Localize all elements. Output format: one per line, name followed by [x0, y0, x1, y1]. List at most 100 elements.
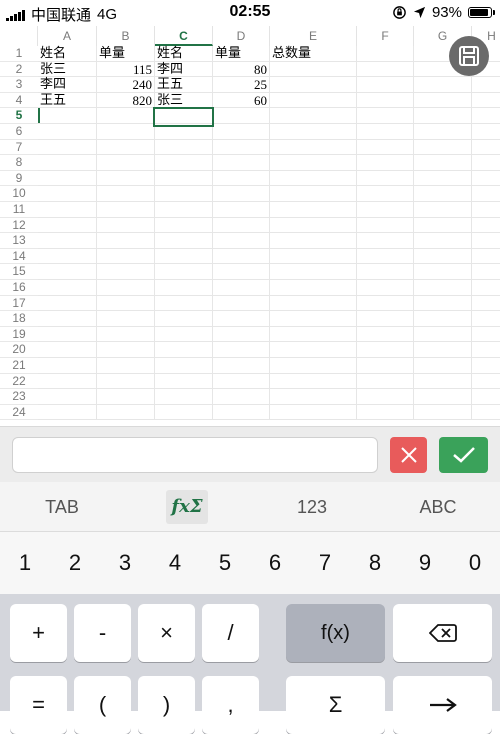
column-header-f[interactable]: F: [357, 26, 414, 46]
divide-key[interactable]: /: [202, 604, 259, 662]
orientation-lock-icon: [393, 6, 406, 19]
cell-c1[interactable]: 姓名: [157, 46, 183, 61]
grid-line: [38, 247, 500, 249]
row-header-18[interactable]: 18: [0, 311, 38, 327]
mode-tab-letters[interactable]: ABC: [398, 490, 478, 524]
grid-line: [38, 154, 500, 156]
grid-line: [38, 325, 500, 327]
enter-key[interactable]: [393, 676, 492, 734]
battery-icon: [468, 7, 495, 18]
grid-line: [38, 310, 500, 312]
mode-tab-tab[interactable]: TAB: [22, 490, 102, 524]
formula-input[interactable]: [12, 437, 378, 473]
row-header-13[interactable]: 13: [0, 233, 38, 249]
column-header-d[interactable]: D: [213, 26, 270, 46]
text-cursor: [38, 108, 40, 123]
row-header-2[interactable]: 2: [0, 62, 38, 78]
spreadsheet-grid[interactable]: A B C D E F G H 1 2 3 4 5 6 7 8 9 10 11 12 13 14 15 16 17 18 19 20 2…: [0, 26, 500, 426]
equals-key[interactable]: =: [10, 676, 67, 734]
grid-line: [38, 388, 500, 390]
grid-line: [154, 46, 155, 421]
save-button[interactable]: [449, 36, 489, 76]
row-header-23[interactable]: 23: [0, 389, 38, 405]
cell-d1[interactable]: 单量: [215, 46, 241, 61]
select-all-corner[interactable]: [0, 26, 38, 46]
mode-tab-number[interactable]: 123: [272, 490, 352, 524]
digit-key-0[interactable]: 0: [450, 532, 500, 594]
grid-line: [38, 357, 500, 358]
row-header-16[interactable]: 16: [0, 280, 38, 296]
row-header-17[interactable]: 17: [0, 296, 38, 312]
confirm-button[interactable]: [439, 437, 488, 473]
column-header-b[interactable]: B: [97, 26, 155, 46]
column-header-e[interactable]: E: [270, 26, 357, 46]
backspace-key[interactable]: [393, 604, 492, 662]
row-header-21[interactable]: 21: [0, 358, 38, 374]
comma-key[interactable]: ,: [202, 676, 259, 734]
multiply-key[interactable]: ×: [138, 604, 195, 662]
column-header-a[interactable]: A: [38, 26, 97, 46]
cell-c3[interactable]: 王五: [157, 77, 183, 92]
cell-b1[interactable]: 单量: [99, 46, 125, 61]
cell-a2[interactable]: 张三: [40, 62, 66, 77]
row-header-1[interactable]: 1: [0, 46, 38, 62]
operator-keypad: + - × / f(x) = ( ) , Σ: [0, 594, 500, 734]
cell-b2[interactable]: 115: [97, 62, 152, 77]
row-header-4[interactable]: 4: [0, 93, 38, 109]
row-header-8[interactable]: 8: [0, 155, 38, 171]
cell-e1[interactable]: 总数量: [272, 46, 311, 61]
cell-a1[interactable]: 姓名: [40, 46, 66, 61]
row-header-10[interactable]: 10: [0, 186, 38, 202]
digit-key-8[interactable]: 8: [350, 532, 400, 594]
row-header-7[interactable]: 7: [0, 140, 38, 156]
row-header-5[interactable]: 5: [0, 108, 38, 124]
grid-line: [38, 341, 500, 343]
backspace-icon: [428, 624, 457, 642]
digit-key-2[interactable]: 2: [50, 532, 100, 594]
status-bar: 中国联通 4G 02:55 93%: [0, 0, 500, 26]
close-paren-key[interactable]: ): [138, 676, 195, 734]
digit-key-5[interactable]: 5: [200, 532, 250, 594]
row-header-24[interactable]: 24: [0, 405, 38, 421]
row-header-3[interactable]: 3: [0, 77, 38, 93]
cell-d2[interactable]: 80: [213, 62, 267, 77]
digit-key-6[interactable]: 6: [250, 532, 300, 594]
row-header-22[interactable]: 22: [0, 374, 38, 390]
digit-key-3[interactable]: 3: [100, 532, 150, 594]
column-header-c[interactable]: C: [155, 26, 213, 46]
digit-key-4[interactable]: 4: [150, 532, 200, 594]
cell-c2[interactable]: 李四: [157, 62, 183, 77]
row-header-9[interactable]: 9: [0, 171, 38, 187]
digit-key-7[interactable]: 7: [300, 532, 350, 594]
row-header-20[interactable]: 20: [0, 342, 38, 358]
digit-key-1[interactable]: 1: [0, 532, 50, 594]
cell-a3[interactable]: 李四: [40, 77, 66, 92]
cancel-button[interactable]: [390, 437, 427, 473]
function-key[interactable]: f(x): [286, 604, 385, 662]
cell-c4[interactable]: 张三: [157, 93, 183, 108]
cell-d3[interactable]: 25: [213, 77, 267, 92]
keyboard-mode-bar: TAB fxΣ 123 ABC: [0, 482, 500, 532]
grid-line: [471, 46, 472, 421]
open-paren-key[interactable]: (: [74, 676, 131, 734]
cell-a4[interactable]: 王五: [40, 93, 66, 108]
row-header-11[interactable]: 11: [0, 202, 38, 218]
minus-key[interactable]: -: [74, 604, 131, 662]
digit-key-9[interactable]: 9: [400, 532, 450, 594]
row-header-19[interactable]: 19: [0, 327, 38, 343]
grid-line: [38, 403, 500, 405]
row-header-15[interactable]: 15: [0, 264, 38, 280]
grid-line: [38, 169, 500, 171]
grid-line: [38, 279, 500, 280]
row-header-6[interactable]: 6: [0, 124, 38, 140]
plus-key[interactable]: +: [10, 604, 67, 662]
grid-line: [38, 263, 500, 265]
row-header-14[interactable]: 14: [0, 249, 38, 265]
sum-key[interactable]: Σ: [286, 676, 385, 734]
cell-b3[interactable]: 240: [97, 77, 153, 92]
cell-b4[interactable]: 820: [97, 93, 153, 108]
selected-cell-c5[interactable]: [153, 107, 214, 127]
mode-tab-function[interactable]: fxΣ: [166, 490, 208, 524]
cell-d4[interactable]: 60: [213, 93, 267, 108]
row-header-12[interactable]: 12: [0, 218, 38, 234]
